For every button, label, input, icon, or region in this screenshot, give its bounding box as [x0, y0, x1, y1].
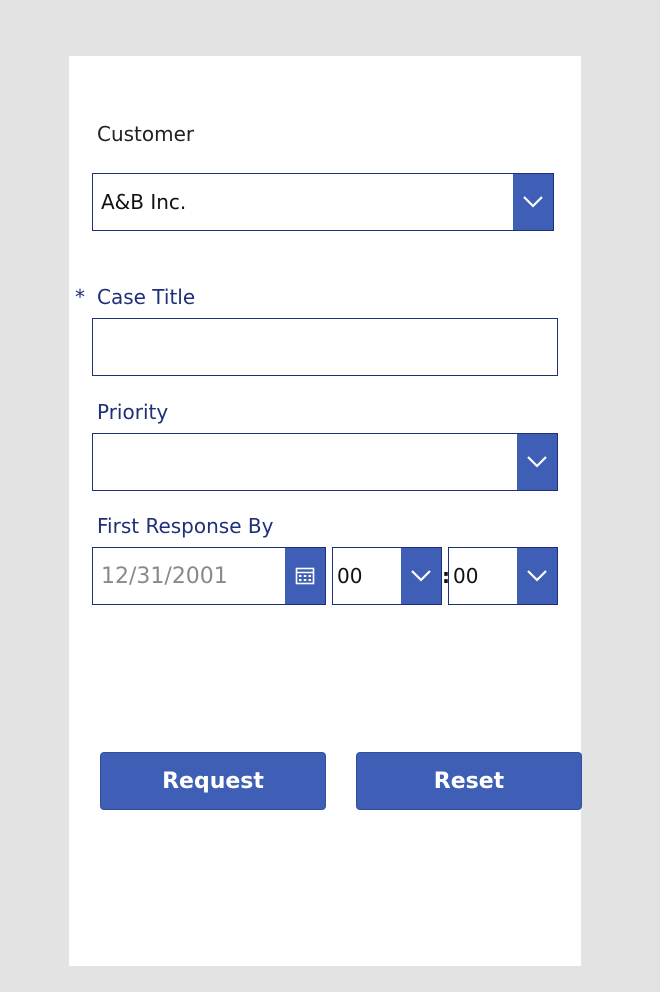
chevron-down-icon [527, 570, 547, 582]
calendar-icon [295, 567, 315, 585]
minute-value: 00 [453, 564, 479, 588]
date-placeholder: 12/31/2001 [101, 563, 228, 589]
case-title-label: Case Title [97, 285, 196, 309]
date-picker-button[interactable] [285, 548, 325, 604]
customer-label: Customer [97, 122, 195, 146]
required-marker: * [75, 285, 85, 309]
priority-label: Priority [97, 400, 169, 424]
chevron-down-icon [411, 570, 431, 582]
customer-dropdown[interactable]: A&B Inc. [92, 173, 554, 231]
minute-dropdown[interactable]: 00 [448, 547, 558, 605]
reset-button[interactable]: Reset [356, 752, 582, 810]
priority-dropdown[interactable] [92, 433, 558, 491]
hour-value: 00 [337, 564, 363, 588]
minute-dropdown-button[interactable] [517, 548, 557, 604]
request-button[interactable]: Request [100, 752, 326, 810]
customer-value: A&B Inc. [101, 190, 187, 214]
customer-dropdown-button[interactable] [513, 174, 553, 230]
chevron-down-icon [523, 196, 543, 208]
hour-dropdown-button[interactable] [401, 548, 441, 604]
priority-dropdown-button[interactable] [517, 434, 557, 490]
case-title-input[interactable] [92, 318, 558, 376]
chevron-down-icon [527, 456, 547, 468]
hour-dropdown[interactable]: 00 [332, 547, 442, 605]
first-response-label: First Response By [97, 514, 274, 538]
date-picker[interactable]: 12/31/2001 [92, 547, 326, 605]
